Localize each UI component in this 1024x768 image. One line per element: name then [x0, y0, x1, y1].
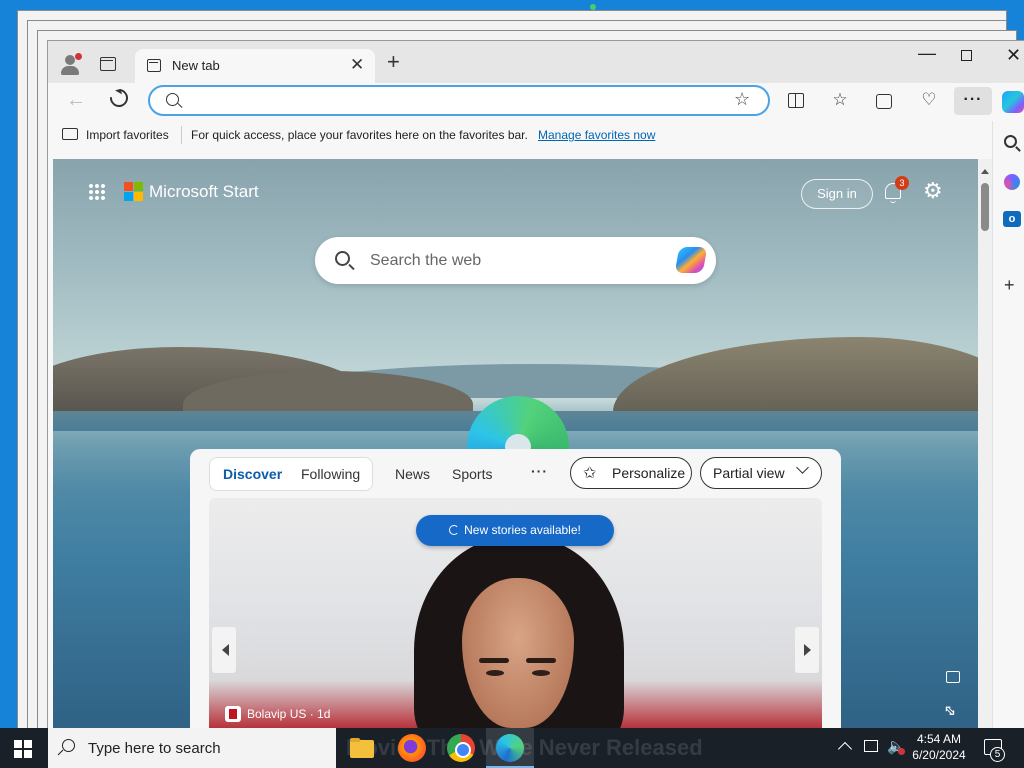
featured-story[interactable]: New stories available! Bolavip US · 1d	[209, 498, 822, 730]
notification-badge: 3	[895, 176, 909, 190]
minimize-button[interactable]: —	[918, 43, 936, 64]
copilot-icon[interactable]	[674, 247, 708, 273]
carousel-prev-button[interactable]	[212, 627, 236, 673]
publisher-logo-icon	[225, 706, 241, 722]
new-tab-favicon-icon	[147, 59, 161, 72]
sign-in-button[interactable]: Sign in	[801, 179, 873, 209]
scroll-up-icon[interactable]	[981, 165, 989, 174]
web-search-box[interactable]	[315, 237, 716, 284]
firefox-icon[interactable]	[398, 734, 426, 762]
clock-time: 4:54 AM	[916, 732, 962, 746]
personalize-label: Personalize	[612, 465, 686, 481]
news-feed-card: Discover Following News Sports ··· ✩ Per…	[190, 449, 841, 730]
tab-discover[interactable]: Discover	[223, 466, 282, 482]
new-stories-button[interactable]: New stories available!	[416, 515, 614, 546]
chevron-down-icon	[796, 461, 809, 474]
search-icon	[335, 251, 350, 266]
action-center-badge: 5	[990, 747, 1005, 762]
new-tab-page: Microsoft Start Sign in 3 ⚙ Discover Fol…	[53, 159, 978, 730]
new-tab-button[interactable]: +	[387, 51, 400, 73]
story-image	[404, 516, 634, 730]
navigation-toolbar: ← ☆ ☆ ♡ ···	[48, 83, 1024, 121]
favorites-hint: For quick access, place your favorites h…	[191, 128, 528, 142]
edge-logo-icon	[467, 396, 569, 456]
carousel-next-button[interactable]	[795, 627, 819, 673]
favorites-bar: Import favorites For quick access, place…	[48, 121, 1024, 149]
story-image	[479, 658, 509, 663]
start-windows-icon[interactable]	[14, 740, 32, 758]
nav-news[interactable]: News	[395, 466, 430, 482]
sparkle-icon: ✩	[583, 465, 597, 482]
manage-favorites-link[interactable]: Manage favorites now	[538, 128, 655, 142]
maximize-button[interactable]	[961, 50, 972, 61]
import-favorites-button[interactable]: Import favorites	[86, 128, 169, 142]
add-favorite-icon[interactable]: ☆	[734, 89, 750, 110]
copilot-icon[interactable]	[1002, 91, 1024, 113]
scrollbar-thumb[interactable]	[981, 183, 989, 231]
sidebar-search-icon[interactable]	[1004, 135, 1017, 148]
divider	[181, 126, 182, 144]
story-image	[486, 670, 504, 676]
view-mode-label: Partial view	[713, 465, 785, 481]
muted-indicator-icon	[898, 748, 905, 755]
new-stories-label: New stories available!	[464, 523, 581, 537]
page-settings-gear-icon[interactable]: ⚙	[923, 180, 943, 202]
refresh-spinner-icon	[449, 525, 460, 535]
file-explorer-icon[interactable]	[348, 734, 376, 762]
edge-icon[interactable]	[496, 734, 524, 762]
feed-tab-group: Discover Following	[209, 457, 373, 491]
refresh-button[interactable]	[106, 85, 132, 111]
taskbar-search-placeholder: Type here to search	[88, 740, 221, 757]
background-image-icon[interactable]	[946, 671, 960, 683]
clock-date: 6/20/2024	[912, 748, 966, 762]
story-image	[526, 658, 556, 663]
tab-new-tab[interactable]: New tab ✕	[135, 49, 375, 83]
system-clock[interactable]: 4:54 AM 6/20/2024	[905, 731, 973, 763]
brand-title[interactable]: Microsoft Start	[149, 182, 259, 202]
taskbar-search-box[interactable]: Type here to search	[48, 728, 336, 768]
favorites-icon[interactable]: ☆	[830, 90, 850, 110]
story-source-label: Bolavip US · 1d	[247, 707, 331, 721]
expand-icon[interactable]: ⇕	[939, 700, 961, 722]
close-window-button[interactable]: ✕	[1006, 45, 1021, 66]
search-icon	[166, 93, 179, 106]
profile-icon[interactable]	[60, 53, 82, 77]
address-input[interactable]	[190, 91, 710, 111]
browser-essentials-icon[interactable]: ♡	[919, 90, 939, 110]
close-tab-icon[interactable]: ✕	[350, 55, 364, 75]
more-topics-button[interactable]: ···	[531, 463, 548, 479]
story-source: Bolavip US · 1d	[225, 706, 330, 722]
story-image	[532, 670, 550, 676]
apps-grid-icon[interactable]	[88, 183, 106, 201]
sidebar-outlook-icon[interactable]: o	[1003, 211, 1021, 227]
address-bar[interactable]: ☆	[148, 85, 770, 116]
network-icon[interactable]	[864, 740, 878, 752]
web-search-input[interactable]	[370, 250, 660, 272]
nav-sports[interactable]: Sports	[452, 466, 492, 482]
edge-sidebar: o +	[992, 121, 1024, 730]
settings-and-more-button[interactable]: ···	[954, 87, 992, 115]
chrome-icon[interactable]	[447, 734, 475, 762]
search-icon	[62, 739, 75, 752]
sidebar-copilot-icon[interactable]	[1004, 174, 1020, 190]
page-scrollbar[interactable]	[978, 159, 992, 730]
split-screen-icon[interactable]	[786, 90, 806, 110]
import-folder-icon[interactable]	[62, 128, 78, 140]
tab-title: New tab	[172, 58, 220, 73]
collections-icon[interactable]	[874, 90, 894, 110]
show-hidden-icons-chevron-icon[interactable]	[837, 741, 853, 757]
edge-browser-window: New tab ✕ + — ✕ ← ☆ ☆ ♡ ··· Import favor…	[47, 40, 1024, 730]
tab-strip: New tab ✕ + — ✕	[48, 41, 1024, 83]
sidebar-add-icon[interactable]: +	[1004, 275, 1015, 296]
microsoft-logo-icon	[124, 182, 144, 202]
personalize-button[interactable]: ✩ Personalize	[570, 457, 692, 489]
back-button[interactable]: ←	[66, 89, 86, 112]
view-mode-dropdown[interactable]: Partial view	[700, 457, 822, 489]
tab-actions-icon[interactable]	[100, 57, 116, 71]
windows-taskbar: Type here to search Movies That Were Nev…	[0, 728, 1024, 768]
tab-following[interactable]: Following	[301, 466, 360, 482]
